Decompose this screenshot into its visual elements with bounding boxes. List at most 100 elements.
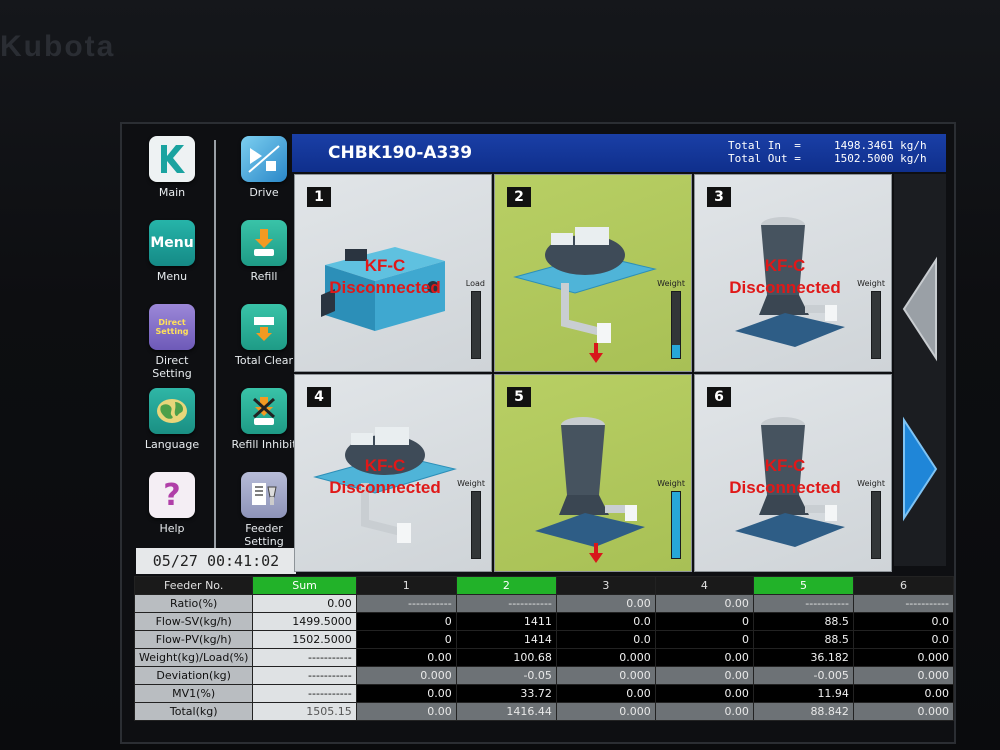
feeder-panel-3[interactable]: 3 KF-C Disconnected Weight xyxy=(694,174,892,372)
feeder-status-model: KF-C xyxy=(364,456,406,475)
main-label: Main xyxy=(158,186,186,199)
table-cell: 0.00 xyxy=(654,684,754,703)
feeder-panel-2[interactable]: 2 Weight xyxy=(494,174,692,372)
table-cell: 88.842 xyxy=(752,702,854,721)
table-cell: 36.182 xyxy=(752,648,854,667)
discharge-arrow-icon xyxy=(589,343,603,367)
row-label: Flow-SV(kg/h) xyxy=(133,612,254,631)
table-cell: 0.000 xyxy=(852,648,955,667)
table-cell: 0.00 xyxy=(555,594,656,613)
table-cell: 33.72 xyxy=(455,684,557,703)
table-cell: 0.0 xyxy=(555,612,656,631)
refill-inhibit-icon xyxy=(241,388,287,434)
totals-readout: Total In = 1498.3461 kg/h Total Out = 15… xyxy=(728,139,927,165)
feeder-panel-5[interactable]: 5 Weight xyxy=(494,374,692,572)
level-gauge xyxy=(671,491,681,559)
table-cell: 1416.44 xyxy=(455,702,557,721)
row-label: Deviation(kg) xyxy=(133,666,254,685)
table-cell: 0.00 xyxy=(852,684,955,703)
level-gauge xyxy=(471,291,481,359)
table-cell: ----------- xyxy=(455,594,557,613)
feeder-status-model: KF-C xyxy=(364,256,406,275)
title-bar: CHBK190-A339 Total In = 1498.3461 kg/h T… xyxy=(292,134,946,172)
feeder-panel-4[interactable]: 4 KF-C Disconnected Weight xyxy=(294,374,492,572)
table-cell: ----------- xyxy=(252,666,357,685)
next-page-arrow-icon[interactable] xyxy=(898,414,942,524)
menu-icon: Menu xyxy=(149,220,195,266)
column-header: 5 xyxy=(752,576,854,595)
table-cell: 11.94 xyxy=(752,684,854,703)
feeder-status-text: Disconnected xyxy=(729,478,841,497)
table-cell: 0.000 xyxy=(852,702,955,721)
table-cell: 0 xyxy=(355,612,457,631)
table-cell: 1499.5000 xyxy=(252,612,357,631)
table-row: Total(kg) 1505.15 0.00 1416.44 0.000 0.00 88.8… xyxy=(133,702,955,721)
help-button[interactable]: ? Help xyxy=(130,466,214,546)
table-cell: 0.0 xyxy=(555,630,656,649)
column-header: 4 xyxy=(654,576,754,595)
table-cell: 0 xyxy=(654,612,754,631)
feeder-machine-icon xyxy=(535,417,645,547)
table-row: Ratio(%) 0.00 ----------- ----------- 0.00 0.… xyxy=(133,594,955,613)
level-gauge xyxy=(871,491,881,559)
feeder-number: 4 xyxy=(307,387,331,407)
gauge-label: Weight xyxy=(857,479,885,488)
row-label: Total(kg) xyxy=(133,702,254,721)
nav-panel: Main Drive Menu Menu Refill Direct Setti… xyxy=(130,130,306,550)
table-cell: 0.0 xyxy=(852,630,955,649)
column-header: 6 xyxy=(852,576,955,595)
hmi-screen: Main Drive Menu Menu Refill Direct Setti… xyxy=(120,122,956,744)
feeder-status-model: KF-C xyxy=(764,456,806,475)
table-cell: ----------- xyxy=(252,648,357,667)
feeder-status-text: Disconnected xyxy=(729,278,841,297)
feeder-panels: 1 KF-C Disconnected Load 2 Weight 3 KF-C Disconn… xyxy=(294,174,892,572)
menu-button[interactable]: Menu Menu xyxy=(130,214,214,294)
prev-page-arrow-icon[interactable] xyxy=(898,254,942,364)
column-header: Feeder No. xyxy=(133,576,254,595)
table-cell: -0.005 xyxy=(752,666,854,685)
kubota-k-icon xyxy=(149,136,195,182)
table-row: MV1(%) ----------- 0.00 33.72 0.00 0.00 11.94 0… xyxy=(133,684,955,703)
menu-label: Menu xyxy=(156,270,188,283)
table-row: Flow-SV(kg/h) 1499.5000 0 1411 0.0 0 88.5 0.0 xyxy=(133,612,955,631)
table-cell: 0.000 xyxy=(555,648,656,667)
table-cell: ----------- xyxy=(852,594,955,613)
table-header-row: Feeder No. Sum 1 2 3 4 5 6 xyxy=(133,576,955,595)
column-header: Sum xyxy=(252,576,357,595)
language-button[interactable]: Language xyxy=(130,382,214,462)
row-label: Ratio(%) xyxy=(133,594,254,613)
table-cell: 0.000 xyxy=(355,666,457,685)
table-cell: 0.0 xyxy=(852,612,955,631)
gauge-label: Weight xyxy=(657,279,685,288)
gauge-label: Weight xyxy=(657,479,685,488)
level-gauge xyxy=(871,291,881,359)
date-time-display: 05/27 00:41:02 xyxy=(136,548,296,574)
direct-setting-icon-text: Direct Setting xyxy=(155,318,189,336)
table-cell: 100.68 xyxy=(455,648,557,667)
level-gauge-fill xyxy=(672,492,680,558)
total-out-text: Total Out = 1502.5000 kg/h xyxy=(728,152,927,165)
feeder-number: 6 xyxy=(707,387,731,407)
feeder-panel-6[interactable]: 6 KF-C Disconnected Weight xyxy=(694,374,892,572)
feeder-panel-1[interactable]: 1 KF-C Disconnected Load xyxy=(294,174,492,372)
feeder-number: 5 xyxy=(507,387,531,407)
feeder-number: 3 xyxy=(707,187,731,207)
table-cell: ----------- xyxy=(752,594,854,613)
help-label: Help xyxy=(159,522,185,535)
table-cell: 0 xyxy=(654,630,754,649)
feeder-status-model: KF-C xyxy=(764,256,806,275)
direct-setting-button[interactable]: Direct Setting Direct Setting xyxy=(130,298,214,380)
total-clear-icon xyxy=(241,304,287,350)
table-cell: 88.5 xyxy=(752,612,854,631)
table-cell: 0.00 xyxy=(654,594,754,613)
table-row: Flow-PV(kg/h) 1502.5000 0 1414 0.0 0 88.5 0.0 xyxy=(133,630,955,649)
column-header: 2 xyxy=(455,576,557,595)
feeder-data-table: Feeder No. Sum 1 2 3 4 5 6 Ratio(%) 0.00 ---------… xyxy=(133,576,955,721)
table-cell: 0 xyxy=(355,630,457,649)
feeder-status: KF-C Disconnected xyxy=(295,255,475,299)
table-cell: -0.05 xyxy=(455,666,557,685)
table-cell: 0.00 xyxy=(654,666,754,685)
direct-setting-label: Direct Setting xyxy=(152,354,192,380)
feeder-number: 2 xyxy=(507,187,531,207)
main-button[interactable]: Main xyxy=(130,130,214,210)
